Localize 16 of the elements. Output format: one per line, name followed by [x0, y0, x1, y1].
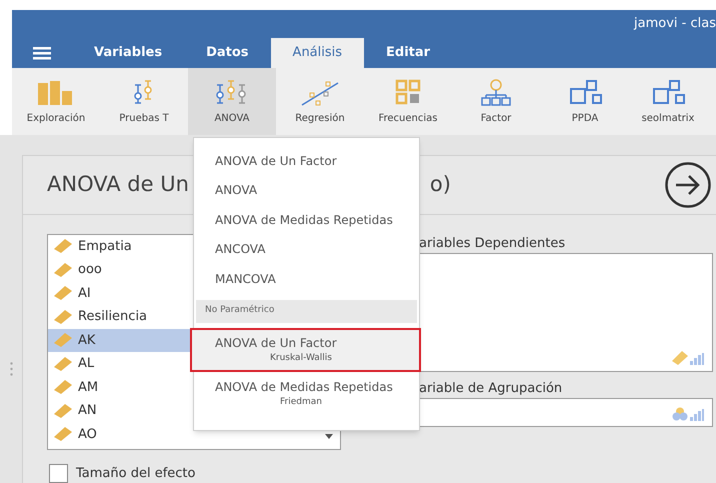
- menu-item-label: ANOVA de Medidas Repetidas: [215, 212, 394, 229]
- menu-item-label: ANOVA: [215, 182, 258, 200]
- field-label: ariables Dependientes: [419, 234, 566, 252]
- checkbox-label: Tamaño del efecto: [76, 464, 196, 482]
- menu-item-label: ANOVA de Un Factor: [215, 334, 338, 352]
- menu-item-subtitle: Kruskal-Wallis: [269, 352, 333, 365]
- menu-item-label: ANOVA de Medidas Repetidas: [215, 378, 394, 396]
- analysis-title: o): [430, 171, 451, 198]
- window-title: jamovi - clas: [634, 15, 716, 34]
- menu-item-label: ANOVA de Un Factor: [215, 152, 338, 170]
- menu-item-label: ANCOVA: [215, 241, 266, 258]
- menu-item-subtitle: Friedman: [279, 396, 323, 409]
- analysis-title: ANOVA de Un: [47, 171, 189, 198]
- field-label: ariable de Agrupación: [419, 380, 564, 398]
- menu-section-header: No Paramétrico: [196, 300, 417, 322]
- menu-item-label: MANCOVA: [215, 270, 277, 288]
